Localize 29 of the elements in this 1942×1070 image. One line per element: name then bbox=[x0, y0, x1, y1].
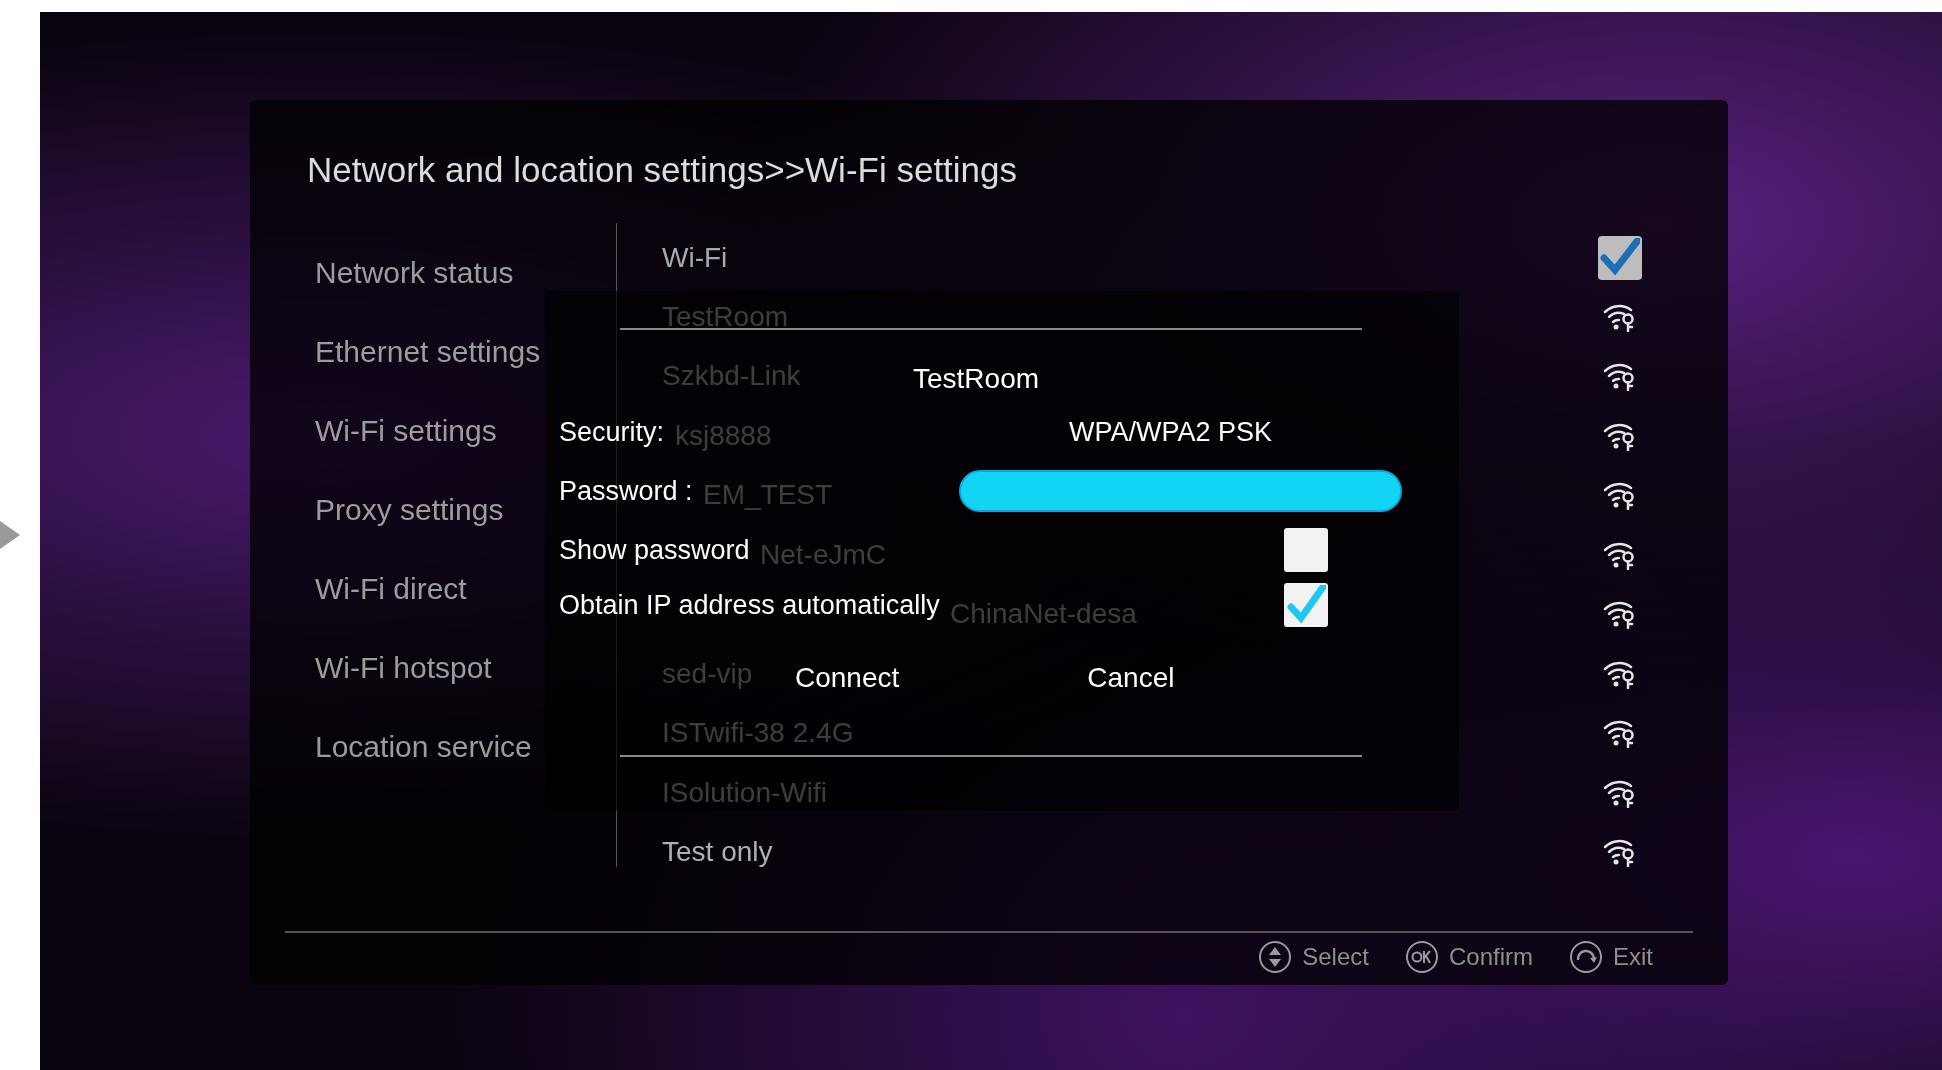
dialog-button[interactable]: Connect bbox=[781, 655, 914, 701]
wifi-label: Wi-Fi bbox=[662, 240, 728, 275]
password-field[interactable] bbox=[959, 470, 1402, 512]
security-value: WPA/WPA2 PSK bbox=[1069, 415, 1273, 449]
menu-item[interactable]: Proxy settings bbox=[315, 487, 504, 532]
breadcrumb-title: Network and location settings>>Wi-Fi settings bbox=[307, 150, 1019, 190]
field-label: Security: bbox=[559, 418, 665, 446]
field-label: Show password bbox=[559, 536, 750, 564]
field-label: Obtain IP address automatically bbox=[559, 591, 940, 619]
dialog-button[interactable]: Cancel bbox=[1073, 655, 1189, 701]
hint-label: Select bbox=[1302, 942, 1369, 972]
field-label: Password : bbox=[559, 477, 693, 505]
menu-item[interactable]: Wi-Fi settings bbox=[315, 408, 497, 453]
up-down-icon bbox=[1258, 940, 1293, 974]
menu-item[interactable]: Wi-Fi hotspot bbox=[315, 645, 492, 690]
checkbox[interactable] bbox=[1284, 583, 1328, 627]
menu-item[interactable]: Location service bbox=[315, 724, 532, 769]
network-name[interactable]: Test only bbox=[662, 838, 773, 867]
wifi-checkbox[interactable] bbox=[1598, 235, 1642, 280]
menu-item[interactable]: Network status bbox=[315, 250, 514, 295]
ok-icon bbox=[1404, 940, 1439, 974]
menu-item[interactable]: Wi-Fi direct bbox=[315, 566, 467, 611]
hint-label: Confirm bbox=[1448, 942, 1533, 972]
triangle-icon bbox=[0, 521, 20, 549]
back-icon bbox=[1569, 940, 1603, 974]
network-title: TestRoom bbox=[913, 362, 1040, 396]
hint-label: Exit bbox=[1613, 942, 1653, 972]
checkbox[interactable] bbox=[1284, 528, 1328, 572]
menu-item[interactable]: Ethernet settings bbox=[315, 329, 541, 374]
